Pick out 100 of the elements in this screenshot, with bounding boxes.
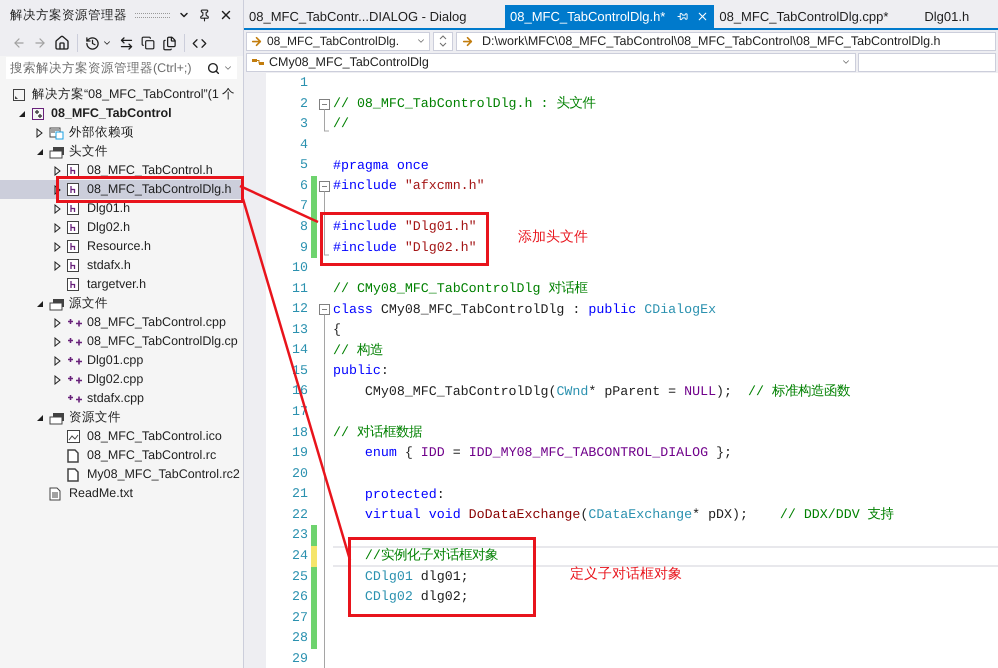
code-line: protected:: [364, 486, 445, 504]
collapsed-arrow-icon[interactable]: [54, 242, 61, 252]
tree-item-label: 08_MFC_TabControl.ico: [87, 429, 222, 444]
code-line: #include "Dlg01.h": [333, 218, 477, 236]
header-file-icon: [67, 202, 79, 215]
history-icon[interactable]: [85, 36, 100, 50]
line-number: 28: [291, 629, 308, 648]
line-number: 4: [299, 136, 308, 154]
collapsed-arrow-icon[interactable]: [54, 222, 61, 232]
line-number: 29: [291, 650, 308, 668]
header-file-icon: [67, 183, 79, 196]
code-line: // 对话框数据: [333, 424, 422, 442]
tree-item-label: My08_MFC_TabControl.rc2: [87, 467, 240, 482]
collapse-all-icon[interactable]: [141, 36, 155, 50]
tree-item-label: 资源文件: [69, 410, 121, 425]
tree-item[interactable]: Resource.h: [0, 237, 243, 256]
class-icon: [251, 56, 265, 68]
home-icon[interactable]: [54, 35, 70, 51]
close-icon[interactable]: [219, 8, 233, 22]
tree-item[interactable]: 08_MFC_TabControl.ico: [0, 427, 243, 446]
solution-icon: [12, 88, 26, 102]
dependencies-icon: [49, 126, 65, 140]
tree-item[interactable]: My08_MFC_TabControl.rc2: [0, 465, 243, 484]
collapsed-arrow-icon[interactable]: [54, 166, 61, 176]
code-line: #include "Dlg02.h": [333, 238, 477, 257]
document-icon: [67, 468, 79, 482]
header-file-icon: [67, 221, 79, 234]
tree-item[interactable]: Dlg01.h: [0, 199, 243, 218]
line-number: 19: [291, 444, 308, 462]
scroll-spinner[interactable]: [433, 32, 453, 50]
tree-item[interactable]: 头文件: [0, 142, 243, 161]
collapsed-arrow-icon[interactable]: [36, 128, 43, 138]
properties-icon[interactable]: [162, 36, 177, 50]
code-line: {: [333, 321, 341, 340]
tree-item-label: Dlg01.cpp: [87, 353, 144, 368]
source-file-icon: [67, 318, 83, 328]
expanded-arrow-icon[interactable]: [36, 414, 44, 422]
source-file-icon: [67, 336, 83, 346]
tree-item[interactable]: stdafx.cpp: [0, 389, 243, 408]
line-number: 5: [299, 156, 308, 174]
line-number: 10: [291, 259, 308, 278]
collapsed-arrow-icon[interactable]: [54, 184, 61, 194]
image-file-icon: [67, 430, 80, 443]
document-tab[interactable]: Dlg01.h: [919, 5, 974, 28]
document-tab[interactable]: 08_MFC_TabControlDlg.cpp*: [714, 5, 920, 28]
tree-item-label: Dlg01.h: [87, 201, 130, 216]
expanded-arrow-icon[interactable]: [36, 300, 44, 308]
tree-item[interactable]: 08_MFC_TabControlDlg.cp: [0, 332, 243, 351]
search-icon[interactable]: [207, 62, 220, 74]
collapsed-arrow-icon[interactable]: [54, 260, 61, 270]
line-number: 21: [291, 485, 308, 504]
tree-item-label: Resource.h: [87, 239, 151, 254]
tree-item[interactable]: stdafx.h: [0, 256, 243, 275]
tree-item[interactable]: 08_MFC_TabControl.cpp: [0, 313, 243, 332]
line-number: 24: [291, 546, 308, 565]
line-number: 8: [299, 218, 308, 236]
path-field[interactable]: D:\work\MFC\08_MFC_TabControl\08_MFC_TabControl\08_MFC_TabControlDlg.h: [456, 32, 996, 50]
file-dropdown[interactable]: 08_MFC_TabControlDlg.: [246, 32, 430, 50]
tree-item[interactable]: 解决方案“08_MFC_TabControl”(1 个: [0, 85, 243, 104]
tree-item[interactable]: 08_MFC_TabControlDlg.h: [0, 180, 243, 199]
filter-folder-icon: [49, 144, 65, 158]
tree-item[interactable]: Dlg02.h: [0, 218, 243, 237]
sync-icon[interactable]: [119, 36, 134, 50]
document-tab[interactable]: 08_MFC_TabContr...DIALOG - Dialog: [244, 5, 505, 28]
up-down-icon: [439, 34, 447, 48]
collapsed-arrow-icon[interactable]: [54, 318, 61, 328]
header-file-icon: [67, 278, 79, 291]
tree-item[interactable]: ReadMe.txt: [0, 484, 243, 503]
code-line: class CMy08_MFC_TabControlDlg : public CDialogEx: [333, 300, 716, 318]
tree-item-label: Dlg02.h: [87, 220, 130, 235]
expanded-arrow-icon[interactable]: [18, 110, 26, 118]
tree-item[interactable]: 08_MFC_TabControl.rc: [0, 446, 243, 465]
tree-item[interactable]: Dlg02.cpp: [0, 370, 243, 389]
code-line: // 构造: [333, 342, 383, 360]
tree-item[interactable]: 08_MFC_TabControl: [0, 104, 243, 123]
tree-item[interactable]: Dlg01.cpp: [0, 351, 243, 370]
collapsed-arrow-icon[interactable]: [54, 204, 61, 214]
line-number: 9: [299, 238, 308, 256]
pin-icon[interactable]: [198, 8, 211, 22]
tree-item[interactable]: 资源文件: [0, 408, 243, 427]
line-number: 20: [291, 464, 308, 483]
source-file-icon: [67, 356, 83, 366]
code-line: CDlg01 dlg01;: [364, 568, 469, 586]
filter-folder-icon: [49, 410, 65, 424]
collapsed-arrow-icon[interactable]: [54, 336, 61, 346]
collapsed-arrow-icon[interactable]: [54, 356, 61, 366]
tree-item[interactable]: 外部依赖项: [0, 123, 243, 142]
collapsed-arrow-icon[interactable]: [54, 374, 61, 384]
class-dropdown[interactable]: CMy08_MFC_TabControlDlg: [246, 52, 856, 72]
code-line: enum { IDD = IDD_MY08_MFC_TABCONTROL_DIALOG };: [364, 444, 732, 462]
tree-item[interactable]: targetver.h: [0, 275, 243, 294]
tree-item[interactable]: 源文件: [0, 294, 243, 313]
line-number: 27: [291, 608, 308, 627]
search-field[interactable]: 搜索解决方案资源管理器(Ctrl+;): [6, 57, 237, 79]
expanded-arrow-icon[interactable]: [36, 148, 44, 156]
annotation-label: 定义子对话框对象: [570, 564, 682, 583]
tree-item[interactable]: 08_MFC_TabControl.h: [0, 161, 243, 180]
line-number: 1: [299, 74, 308, 92]
filter-folder-icon: [49, 296, 65, 310]
tree-item-label: ReadMe.txt: [69, 486, 133, 501]
